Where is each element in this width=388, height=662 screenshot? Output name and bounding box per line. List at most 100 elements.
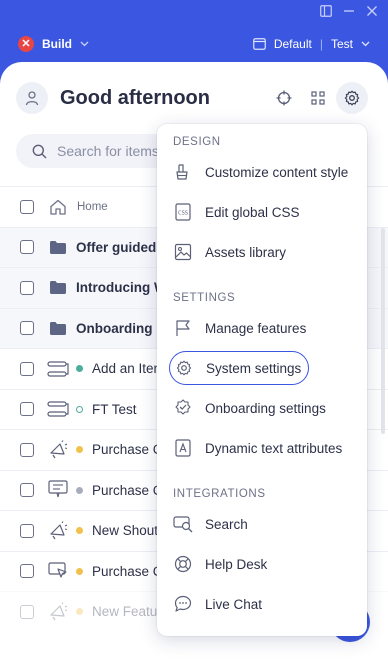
breadcrumb-home[interactable]: Home <box>77 201 108 213</box>
paint-bucket-icon <box>169 158 197 186</box>
row-checkbox[interactable] <box>20 361 34 376</box>
item-title[interactable]: Purchase C <box>92 442 163 457</box>
build-mode-selector[interactable]: ✕ Build <box>18 35 89 53</box>
cursor-icon <box>46 559 70 583</box>
item-title[interactable]: Purchase C <box>92 564 163 579</box>
top-bar: ✕ Build Default | Test <box>0 0 388 62</box>
menu-item-search[interactable]: Search <box>169 507 359 541</box>
chevron-down-icon <box>80 41 89 47</box>
menu-section-settings: SETTINGS <box>173 292 236 304</box>
row-checkbox[interactable] <box>20 280 34 295</box>
chat-bubble-icon <box>169 590 197 618</box>
menu-item-dynamic-text-attributes[interactable]: Dynamic text attributes <box>169 431 359 465</box>
megaphone-icon <box>46 438 70 462</box>
menu-item-manage-features[interactable]: Manage features <box>169 311 359 345</box>
menu-item-edit-global-css[interactable]: CSS Edit global CSS <box>169 195 359 229</box>
greeting-row: Good afternoon <box>16 82 372 114</box>
main-panel: Good afternoon Home Offer g <box>0 62 388 662</box>
row-checkbox[interactable] <box>20 442 34 457</box>
status-dot <box>76 486 83 494</box>
settings-button[interactable] <box>336 82 368 114</box>
menu-section-design: DESIGN <box>173 136 221 148</box>
avatar[interactable] <box>16 82 48 114</box>
flow-icon <box>46 397 70 421</box>
row-checkbox[interactable] <box>20 604 34 619</box>
menu-item-label: Edit global CSS <box>205 204 300 220</box>
close-icon[interactable] <box>364 3 380 19</box>
target-button[interactable] <box>268 82 300 114</box>
minimize-icon[interactable] <box>341 3 357 19</box>
flow-icon <box>46 357 70 381</box>
menu-item-label: System settings <box>206 360 302 376</box>
environment-label: Default <box>273 37 312 51</box>
panel-icon[interactable] <box>318 3 334 19</box>
window-icon <box>252 38 266 50</box>
list-scrollbar[interactable] <box>381 228 385 434</box>
item-title[interactable]: Onboarding <box>76 321 153 336</box>
menu-item-label: Dynamic text attributes <box>205 440 343 456</box>
menu-item-label: Customize content style <box>205 164 349 180</box>
image-icon <box>169 238 197 266</box>
flag-icon <box>169 314 197 342</box>
item-title[interactable]: Introducing W <box>76 280 167 295</box>
environment-selector[interactable]: Default | Test <box>252 35 370 53</box>
chevron-down-icon <box>361 41 370 47</box>
lifebuoy-icon <box>169 550 197 578</box>
megaphone-icon <box>46 600 70 624</box>
item-title[interactable]: FT Test <box>92 402 137 417</box>
badge-check-icon <box>169 394 197 422</box>
status-dot <box>76 405 83 413</box>
home-icon <box>46 195 70 219</box>
menu-item-onboarding-settings[interactable]: Onboarding settings <box>169 391 359 425</box>
tooltip-icon <box>46 478 70 502</box>
text-attribute-icon <box>169 434 197 462</box>
menu-section-integrations: INTEGRATIONS <box>173 488 266 500</box>
row-checkbox[interactable] <box>20 402 34 417</box>
menu-item-label: Search <box>205 516 248 532</box>
menu-item-label: Manage features <box>205 320 307 336</box>
folder-icon <box>46 276 70 300</box>
menu-item-label: Onboarding settings <box>205 400 326 416</box>
item-title[interactable]: Add an Iten <box>92 361 161 376</box>
row-checkbox[interactable] <box>20 564 34 579</box>
workspace-label: Test <box>330 37 353 51</box>
status-dot <box>76 567 83 575</box>
status-dot <box>76 365 83 373</box>
menu-item-label: Assets library <box>205 244 287 260</box>
svg-text:CSS: CSS <box>178 211 188 217</box>
css-file-icon: CSS <box>169 198 197 226</box>
folder-icon <box>46 235 70 259</box>
build-status-icon: ✕ <box>18 36 34 52</box>
settings-dropdown-menu: DESIGN Customize content style CSS Edit … <box>157 124 367 636</box>
greeting-title: Good afternoon <box>60 86 210 109</box>
item-title[interactable]: New Featu <box>92 604 157 619</box>
menu-item-assets-library[interactable]: Assets library <box>169 235 359 269</box>
menu-item-system-settings[interactable]: System settings <box>169 351 309 385</box>
apps-button[interactable] <box>302 82 334 114</box>
gear-icon <box>170 354 198 382</box>
item-title[interactable]: Offer guided <box>76 240 156 255</box>
menu-item-label: Live Chat <box>205 596 263 612</box>
menu-item-customize-content-style[interactable]: Customize content style <box>169 155 359 189</box>
search-integration-icon <box>169 510 197 538</box>
menu-item-label: Help Desk <box>205 556 268 572</box>
status-dot <box>76 527 83 535</box>
build-label: Build <box>42 37 72 51</box>
menu-item-help-desk[interactable]: Help Desk <box>169 547 359 581</box>
folder-icon <box>46 316 70 340</box>
menu-item-live-chat[interactable]: Live Chat <box>169 587 359 621</box>
select-all-checkbox[interactable] <box>20 199 34 214</box>
row-checkbox[interactable] <box>20 321 34 336</box>
env-separator: | <box>319 37 323 51</box>
crosshair-icon <box>276 90 292 106</box>
status-dot <box>76 446 83 454</box>
user-icon <box>25 91 39 106</box>
row-checkbox[interactable] <box>20 523 34 538</box>
status-dot <box>76 608 83 616</box>
megaphone-icon <box>46 519 70 543</box>
item-title[interactable]: Purchase C <box>92 483 163 498</box>
row-checkbox[interactable] <box>20 483 34 498</box>
search-icon <box>32 144 47 158</box>
row-checkbox[interactable] <box>20 240 34 255</box>
item-title[interactable]: New Shout <box>92 523 158 538</box>
